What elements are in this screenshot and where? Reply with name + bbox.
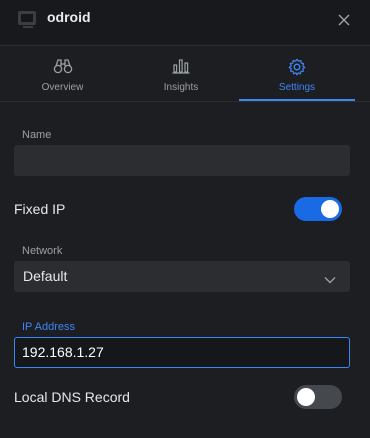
fixed-ip-label: Fixed IP <box>14 201 66 217</box>
ip-address-label: IP Address <box>22 321 75 333</box>
tab-overview-label: Overview <box>41 82 84 93</box>
network-value: Default <box>23 268 68 284</box>
binoculars-icon <box>53 58 73 79</box>
local-dns-toggle[interactable] <box>294 385 342 409</box>
tab-bar: Overview Insights Settings <box>0 45 370 102</box>
tab-insights[interactable]: Insights <box>120 46 242 101</box>
tab-overview[interactable]: Overview <box>0 46 125 101</box>
name-label: Name <box>22 129 52 141</box>
network-label: Network <box>22 245 63 257</box>
toggle-knob <box>297 388 315 406</box>
tab-settings-label: Settings <box>278 82 316 93</box>
gear-icon <box>288 58 306 81</box>
bar-chart-icon <box>172 58 190 79</box>
toggle-knob <box>321 200 339 218</box>
network-select[interactable]: Default <box>14 261 350 292</box>
chevron-down-icon <box>324 271 336 289</box>
header: odroid <box>0 0 370 44</box>
device-icon <box>18 11 36 28</box>
tab-insights-label: Insights <box>163 82 199 93</box>
ip-address-value: 192.168.1.27 <box>22 344 104 360</box>
ip-address-input[interactable]: 192.168.1.27 <box>14 337 350 368</box>
local-dns-label: Local DNS Record <box>14 389 130 405</box>
close-icon[interactable] <box>336 12 352 28</box>
device-title: odroid <box>47 9 91 25</box>
name-input[interactable] <box>14 145 350 176</box>
fixed-ip-toggle[interactable] <box>294 197 342 221</box>
tab-settings[interactable]: Settings <box>239 46 355 101</box>
